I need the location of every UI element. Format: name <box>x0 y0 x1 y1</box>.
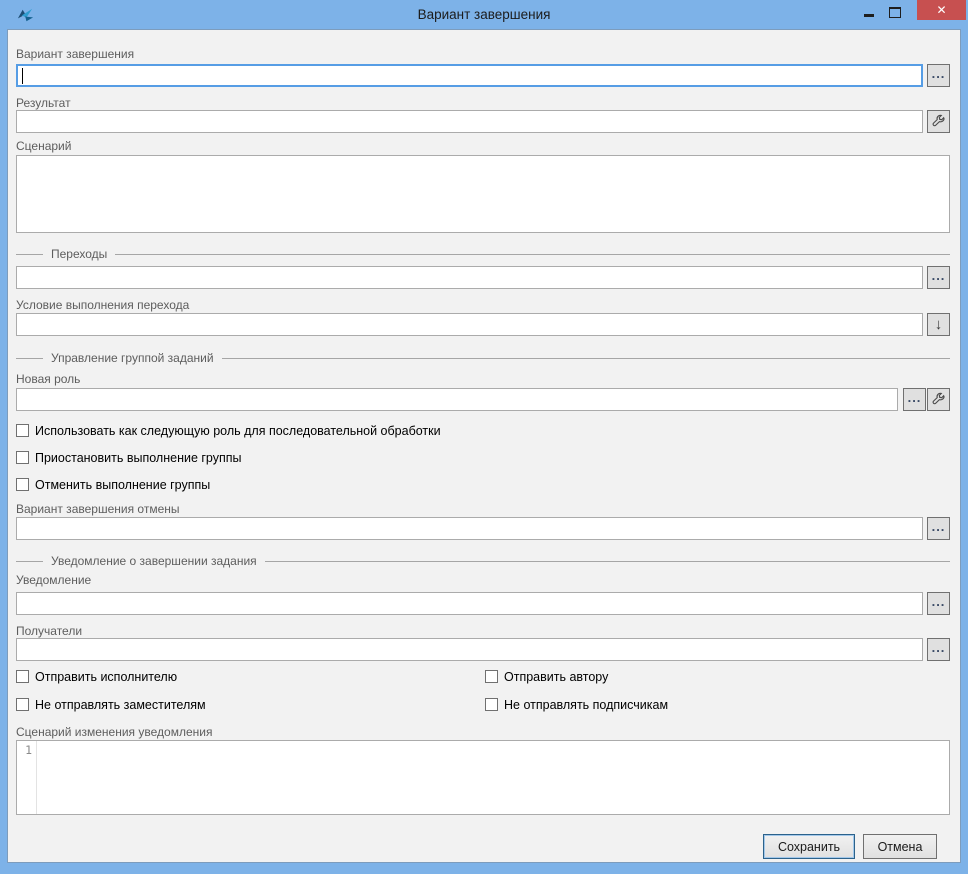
cancel-button[interactable]: Отмена <box>863 834 937 859</box>
save-button[interactable]: Сохранить <box>763 834 855 859</box>
checkbox-no-subscribers[interactable]: Не отправлять подписчикам <box>485 698 668 712</box>
recipients-input[interactable] <box>16 638 923 661</box>
scenario-label: Сценарий <box>16 139 71 153</box>
ellipsis-icon: ... <box>932 522 946 532</box>
close-button[interactable]: ✕ <box>917 0 966 20</box>
transition-condition-input[interactable] <box>16 313 923 336</box>
group-control-header: Управление группой заданий <box>16 352 950 365</box>
notification-script-editor[interactable]: 1 <box>16 740 950 815</box>
transition-browse-button[interactable]: ... <box>927 266 950 289</box>
transition-condition-label: Условие выполнения перехода <box>16 298 189 312</box>
notification-group-title: Уведомление о завершении задания <box>43 554 265 568</box>
notification-group-header: Уведомление о завершении задания <box>16 555 950 568</box>
checkbox-box[interactable] <box>16 670 29 683</box>
down-arrow-icon: ↓ <box>935 317 943 332</box>
ellipsis-icon: ... <box>932 271 946 281</box>
new-role-input[interactable] <box>16 388 898 411</box>
wrench-icon <box>931 392 946 407</box>
ellipsis-icon: ... <box>932 69 946 79</box>
cancel-variant-input[interactable] <box>16 517 923 540</box>
transitions-group-header: Переходы <box>16 248 950 261</box>
maximize-button[interactable] <box>882 0 908 22</box>
ellipsis-icon: ... <box>932 597 946 607</box>
line-number: 1 <box>25 743 32 757</box>
checkbox-box[interactable] <box>16 478 29 491</box>
notification-label: Уведомление <box>16 573 91 587</box>
variant-label: Вариант завершения <box>16 47 134 61</box>
checkbox-use-as-next-role[interactable]: Использовать как следующую роль для посл… <box>16 424 441 438</box>
titlebar: Вариант завершения ✕ <box>0 0 968 30</box>
group-control-title: Управление группой заданий <box>43 351 222 365</box>
text-caret <box>22 68 23 84</box>
recipients-label: Получатели <box>16 624 82 638</box>
checkbox-box[interactable] <box>485 670 498 683</box>
recipients-browse-button[interactable]: ... <box>927 638 950 661</box>
checkbox-box[interactable] <box>16 424 29 437</box>
checkbox-box[interactable] <box>16 451 29 464</box>
cancel-variant-browse-button[interactable]: ... <box>927 517 950 540</box>
transition-input[interactable] <box>16 266 923 289</box>
result-configure-button[interactable] <box>927 110 950 133</box>
scenario-textarea[interactable] <box>16 155 950 233</box>
maximize-icon <box>889 7 901 18</box>
notification-script-label: Сценарий изменения уведомления <box>16 725 212 739</box>
ellipsis-icon: ... <box>908 393 922 403</box>
minimize-icon <box>864 14 874 17</box>
result-input[interactable] <box>16 110 923 133</box>
checkbox-send-to-author[interactable]: Отправить автору <box>485 670 608 684</box>
result-label: Результат <box>16 96 71 110</box>
variant-input[interactable] <box>16 64 923 87</box>
window-title: Вариант завершения <box>0 7 968 22</box>
notification-input[interactable] <box>16 592 923 615</box>
wrench-icon <box>931 114 946 129</box>
checkbox-suspend-group[interactable]: Приостановить выполнение группы <box>16 451 242 465</box>
transitions-group-title: Переходы <box>43 247 115 261</box>
checkbox-send-to-performer[interactable]: Отправить исполнителю <box>16 670 177 684</box>
ellipsis-icon: ... <box>932 643 946 653</box>
checkbox-box[interactable] <box>485 698 498 711</box>
close-icon: ✕ <box>936 0 946 20</box>
new-role-label: Новая роль <box>16 372 80 386</box>
new-role-configure-button[interactable] <box>927 388 950 411</box>
notification-browse-button[interactable]: ... <box>927 592 950 615</box>
checkbox-box[interactable] <box>16 698 29 711</box>
checkbox-no-deputies[interactable]: Не отправлять заместителям <box>16 698 206 712</box>
new-role-browse-button[interactable]: ... <box>903 388 926 411</box>
dialog-window: Вариант завершения ✕ Вариант завершения … <box>0 0 968 874</box>
line-number-gutter: 1 <box>17 741 37 814</box>
transition-condition-expand-button[interactable]: ↓ <box>927 313 950 336</box>
checkbox-cancel-group[interactable]: Отменить выполнение группы <box>16 478 210 492</box>
minimize-button[interactable] <box>856 0 882 22</box>
cancel-variant-label: Вариант завершения отмены <box>16 502 180 516</box>
variant-browse-button[interactable]: ... <box>927 64 950 87</box>
